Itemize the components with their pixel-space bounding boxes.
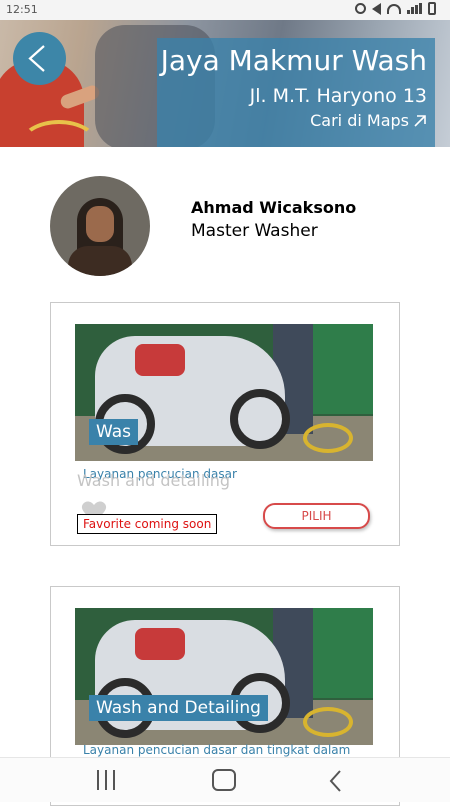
service-description: Layanan pencucian dasar dan tingkat dala… bbox=[83, 743, 351, 757]
arrow-up-right-icon bbox=[414, 114, 426, 127]
back-button[interactable] bbox=[13, 32, 66, 85]
worker-name: Ahmad Wicaksono bbox=[191, 198, 357, 217]
worker-role: Master Washer bbox=[191, 221, 318, 241]
service-card: Was Layanan pencucian dasar Wash and det… bbox=[50, 302, 400, 546]
status-icons bbox=[355, 2, 436, 15]
home-icon[interactable] bbox=[212, 769, 236, 791]
shop-header: Jaya Makmur Wash Jl. M.T. Haryono 13 Car… bbox=[0, 20, 450, 147]
shop-title: Jaya Makmur Wash bbox=[160, 44, 427, 77]
maps-link[interactable]: Cari di Maps bbox=[310, 111, 427, 130]
service-photo bbox=[75, 608, 373, 745]
status-bar: 12:51 bbox=[0, 0, 450, 20]
favorite-coming-soon-note: Favorite coming soon bbox=[77, 514, 218, 534]
chevron-left-icon bbox=[28, 45, 45, 72]
maps-link-label: Cari di Maps bbox=[310, 111, 409, 130]
recent-apps-icon[interactable] bbox=[97, 770, 115, 790]
alarm-icon bbox=[355, 3, 366, 14]
status-time: 12:51 bbox=[6, 3, 38, 16]
signal-icon bbox=[407, 3, 422, 14]
volume-icon bbox=[372, 2, 381, 15]
shop-address: Jl. M.T. Haryono 13 bbox=[249, 85, 427, 107]
pilih-button[interactable]: PILIH bbox=[263, 503, 370, 529]
wifi-icon bbox=[387, 3, 401, 14]
shop-info-box: Jaya Makmur Wash Jl. M.T. Haryono 13 Car… bbox=[157, 38, 435, 147]
service-label: Wash and Detailing bbox=[89, 695, 268, 721]
battery-icon bbox=[428, 2, 436, 15]
avatar bbox=[50, 176, 150, 276]
system-nav-bar bbox=[0, 757, 450, 802]
service-ghost-text: Wash and detailing bbox=[77, 471, 231, 490]
back-icon[interactable] bbox=[328, 769, 344, 793]
service-label: Was bbox=[89, 419, 138, 445]
